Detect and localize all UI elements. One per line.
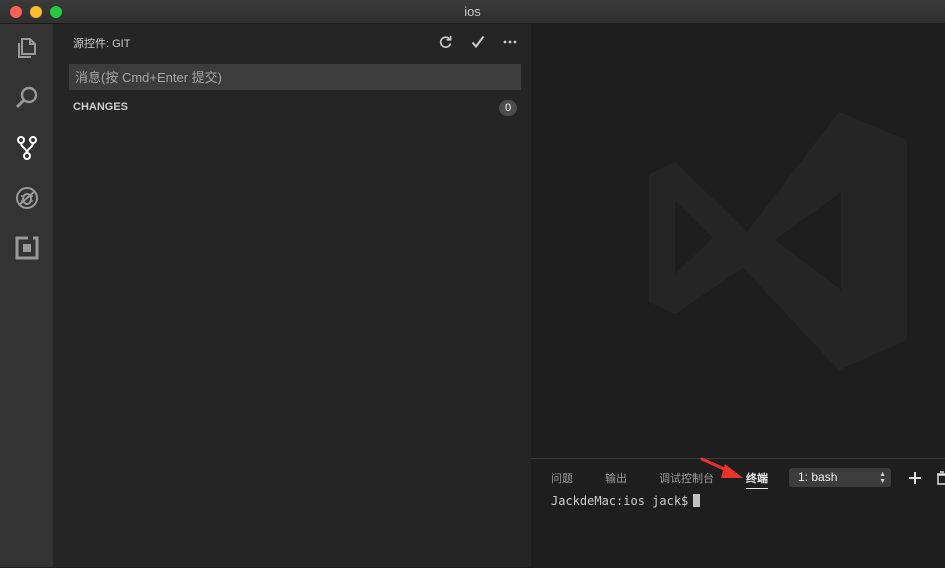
search-icon[interactable] — [14, 85, 40, 111]
source-control-icon[interactable] — [14, 135, 40, 161]
terminal-prompt: JackdeMac:ios jack$ — [551, 494, 689, 508]
terminal-output[interactable]: JackdeMac:ios jack$ — [551, 494, 701, 508]
tab-problems[interactable]: 问题 — [551, 470, 573, 486]
files-icon[interactable] — [14, 35, 40, 61]
refresh-icon[interactable] — [437, 33, 455, 51]
select-arrows-icon: ▲ ▼ — [879, 471, 886, 485]
trash-icon[interactable] — [933, 469, 945, 487]
window-title: ios — [464, 4, 481, 19]
source-control-sidebar: 源控件: GIT CHANGES 0 — [53, 24, 531, 567]
more-icon[interactable] — [501, 33, 519, 51]
commit-message-input[interactable] — [69, 64, 521, 90]
annotation-arrow-icon — [700, 457, 743, 478]
commit-check-icon[interactable] — [469, 33, 487, 51]
tab-terminal[interactable]: 终端 — [746, 470, 768, 489]
terminal-selector[interactable]: 1: bash ▲ ▼ — [789, 468, 891, 487]
debug-icon[interactable] — [14, 185, 40, 211]
sidebar-title: 源控件: GIT — [73, 38, 131, 50]
plus-icon[interactable] — [906, 469, 924, 487]
changes-count-badge: 0 — [499, 100, 517, 116]
vscode-logo-watermark — [649, 112, 907, 370]
title-bar: ios — [0, 0, 945, 24]
tab-output[interactable]: 输出 — [605, 470, 627, 486]
terminal-cursor — [693, 494, 701, 507]
activity-bar — [0, 24, 53, 567]
editor-area — [531, 24, 945, 458]
changes-section-label[interactable]: CHANGES — [73, 101, 128, 113]
terminal-selected-value: 1: bash — [798, 470, 838, 484]
extensions-icon[interactable] — [14, 235, 40, 261]
sidebar-actions — [437, 33, 519, 51]
